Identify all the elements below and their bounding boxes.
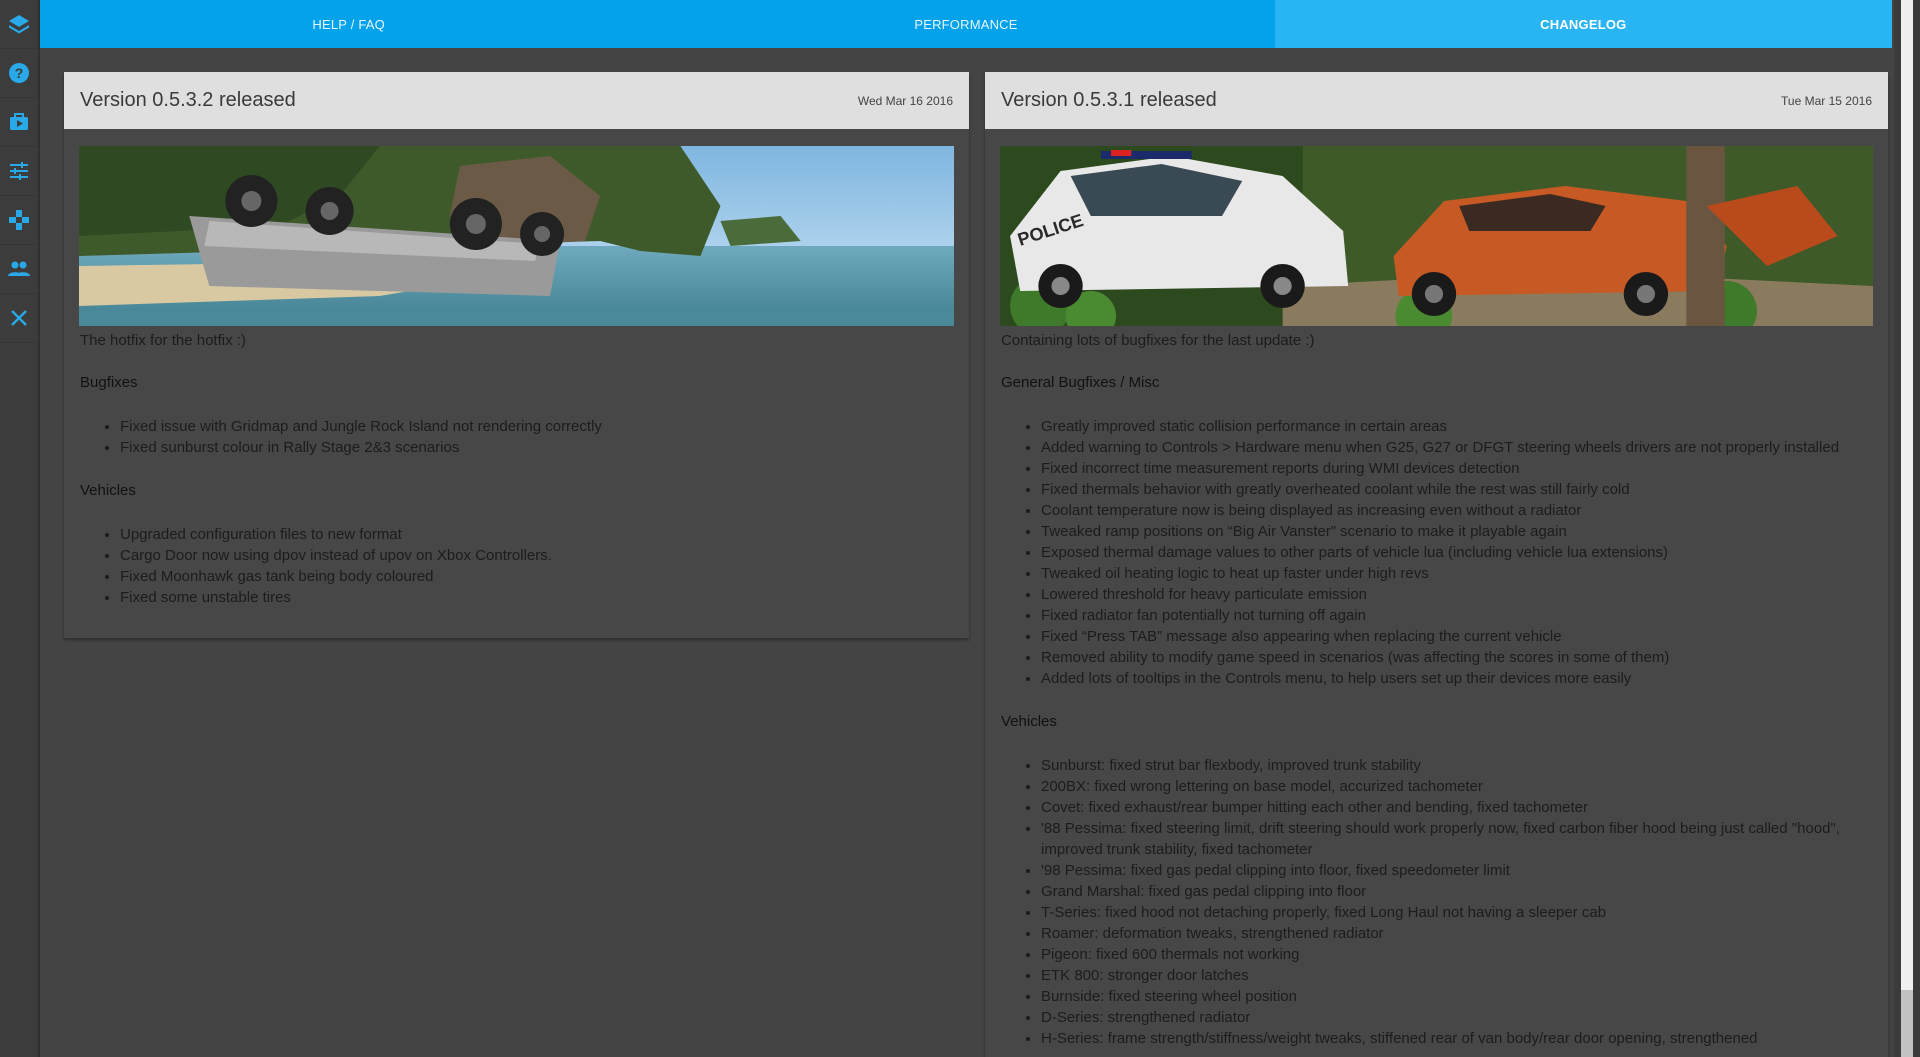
card-date: Tue Mar 15 2016 [1781,93,1872,108]
tab-bar: HELP / FAQ PERFORMANCE CHANGELOG [40,0,1892,48]
section-title: General Bugfixes / Misc [1001,374,1160,391]
bullet-list: Upgraded configuration files to new form… [80,524,953,608]
changelog-card: Version 0.5.3.1 released Tue Mar 15 2016… [985,72,1888,1057]
list-item: Exposed thermal damage values to other p… [1041,542,1872,563]
gamepad-icon[interactable] [0,196,38,245]
card-header: Version 0.5.3.1 released Tue Mar 15 2016 [985,72,1888,129]
people-icon[interactable] [0,245,38,294]
bullet-list: Greatly improved static collision perfor… [1001,416,1872,689]
list-item: Grand Marshal: fixed gas pedal clipping … [1041,881,1872,902]
card-title: Version 0.5.3.1 released [1001,89,1217,111]
list-item: Sunburst: fixed strut bar flexbody, impr… [1041,755,1872,776]
help-icon[interactable]: ? [0,49,38,98]
list-item: ETK 800: stronger door latches [1041,965,1872,986]
section-title: Bugfixes [80,374,138,391]
vertical-scrollbar[interactable] [1894,0,1920,1057]
list-item: Roamer: deformation tweaks, strengthened… [1041,923,1872,944]
list-item: Fixed sunburst colour in Rally Stage 2&3… [120,437,953,458]
section-title: Vehicles [80,482,136,499]
changelog-card: Version 0.5.3.2 released Wed Mar 16 2016 [64,72,969,638]
card-header: Version 0.5.3.2 released Wed Mar 16 2016 [64,72,969,129]
list-item: Added warning to Controls > Hardware men… [1041,437,1872,458]
tab-changelog[interactable]: CHANGELOG [1274,0,1892,48]
card-date: Wed Mar 16 2016 [857,93,953,108]
tab-help-faq[interactable]: HELP / FAQ [40,0,657,48]
list-item: Tweaked oil heating logic to heat up fas… [1041,563,1872,584]
list-item: Tweaked ramp positions on “Big Air Vanst… [1041,521,1872,542]
list-item: Fixed some unstable tires [120,587,953,608]
list-item: Added lots of tooltips in the Controls m… [1041,668,1872,689]
list-item: Burnside: fixed steering wheel position [1041,986,1872,1007]
svg-text:?: ? [15,65,24,81]
list-item: Upgraded configuration files to new form… [120,524,953,545]
list-item: 200BX: fixed wrong lettering on base mod… [1041,776,1872,797]
career-icon[interactable] [0,98,38,147]
list-item: '98 Pessima: fixed gas pedal clipping in… [1041,860,1872,881]
list-item: Fixed incorrect time measurement reports… [1041,458,1872,479]
list-item: Fixed “Press TAB” message also appearing… [1041,626,1872,647]
app-root: ? HELP / FAQ PERFORMANCE CHANGELOG Versi… [0,0,1920,1057]
bullet-list: Sunburst: fixed strut bar flexbody, impr… [1001,755,1872,1049]
options-icon[interactable] [0,147,38,196]
list-item: Fixed thermals behavior with greatly ove… [1041,479,1872,500]
list-item: Cargo Door now using dpov instead of upo… [120,545,953,566]
sidebar: ? [0,0,40,1057]
list-item: Covet: fixed exhaust/rear bumper hitting… [1041,797,1872,818]
list-item: '88 Pessima: fixed steering limit, drift… [1041,818,1872,860]
list-item: D-Series: strengthened radiator [1041,1007,1872,1028]
list-item: Fixed issue with Gridmap and Jungle Rock… [120,416,953,437]
scrollbar-thumb[interactable] [1901,990,1913,1057]
card-title: Version 0.5.3.2 released [80,89,296,111]
post-intro: Containing lots of bugfixes for the last… [1001,332,1315,349]
close-icon[interactable] [0,294,38,343]
banner-image-police-car-crash: POLICE [1000,146,1873,326]
list-item: Fixed Moonhawk gas tank being body colou… [120,566,953,587]
scrollbar-track[interactable] [1901,0,1913,1057]
layers-icon[interactable] [0,0,38,49]
list-item: Greatly improved static collision perfor… [1041,416,1872,437]
list-item: Lowered threshold for heavy particulate … [1041,584,1872,605]
section-title: Vehicles [1001,713,1057,730]
list-item: H-Series: frame strength/stiffness/weigh… [1041,1028,1872,1049]
list-item: Pigeon: fixed 600 thermals not working [1041,944,1872,965]
bullet-list: Fixed issue with Gridmap and Jungle Rock… [80,416,953,458]
banner-image-overturned-car [79,146,954,326]
post-intro: The hotfix for the hotfix :) [80,332,246,349]
tab-performance[interactable]: PERFORMANCE [657,0,1274,48]
list-item: Removed ability to modify game speed in … [1041,647,1872,668]
list-item: T-Series: fixed hood not detaching prope… [1041,902,1872,923]
list-item: Coolant temperature now is being display… [1041,500,1872,521]
list-item: Fixed radiator fan potentially not turni… [1041,605,1872,626]
